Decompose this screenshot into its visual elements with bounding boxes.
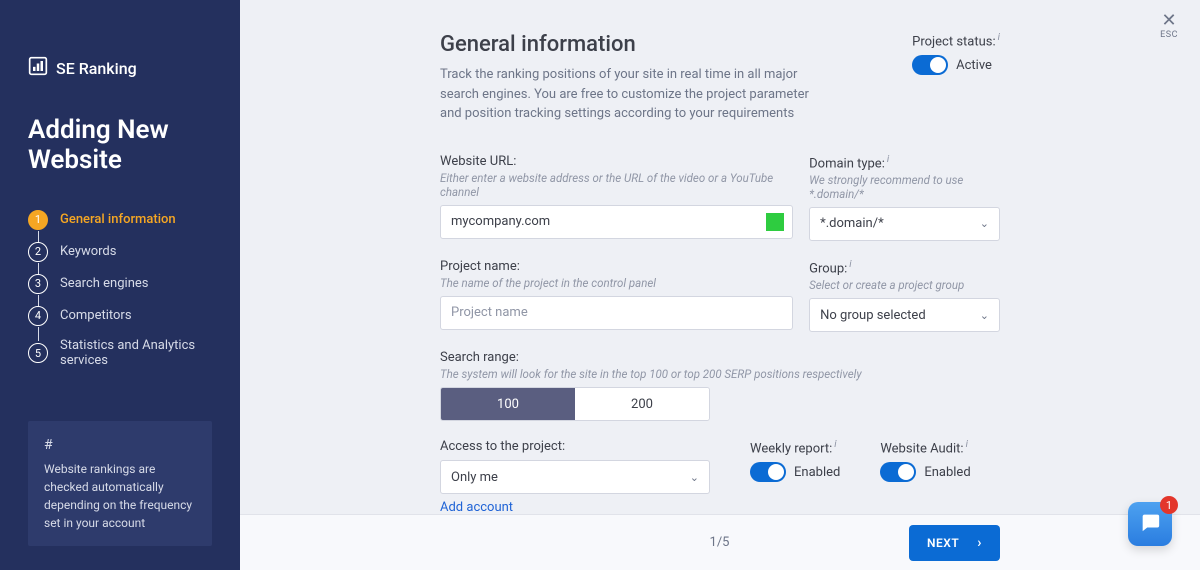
close-button[interactable]: ✕ ESC	[1160, 12, 1178, 40]
next-button[interactable]: NEXT ›	[909, 525, 1000, 561]
sidebar-info-text: Website rankings are checked automatical…	[44, 462, 192, 530]
bar-chart-icon	[28, 56, 48, 80]
search-range-200[interactable]: 200	[575, 388, 709, 420]
project-status-toggle[interactable]	[912, 55, 948, 75]
weekly-report-toggle[interactable]	[750, 462, 786, 482]
add-account-link[interactable]: Add account	[440, 500, 513, 515]
step-number: 3	[28, 274, 48, 294]
close-label: ESC	[1160, 30, 1178, 40]
info-icon[interactable]: i	[834, 439, 836, 450]
step-statistics-analytics[interactable]: 5 Statistics and Analytics services	[28, 332, 212, 375]
access-value: Only me	[451, 470, 498, 485]
chevron-down-icon: ⌄	[980, 309, 989, 322]
favicon-icon	[766, 213, 784, 231]
search-range-segmented: 100 200	[440, 387, 710, 421]
info-icon[interactable]: i	[849, 259, 851, 270]
search-range-100[interactable]: 100	[441, 388, 575, 420]
step-number: 1	[28, 210, 48, 230]
access-label: Access to the project:	[440, 439, 710, 454]
step-number: 2	[28, 242, 48, 262]
chat-icon	[1139, 511, 1161, 537]
website-audit-toggle[interactable]	[880, 462, 916, 482]
weekly-report-label: Weekly report:i	[750, 439, 840, 456]
group-label: Group:i	[809, 259, 1000, 276]
step-general-information[interactable]: 1 General information	[28, 204, 212, 236]
main-panel: ✕ ESC General information Track the rank…	[240, 0, 1200, 570]
website-url-input-wrap	[440, 205, 793, 239]
project-name-input[interactable]	[451, 305, 782, 320]
domain-type-label: Domain type:i	[809, 154, 1000, 171]
website-audit-label: Website Audit:i	[880, 439, 970, 456]
info-icon[interactable]: i	[966, 439, 968, 450]
project-name-hint: The name of the project in the control p…	[440, 276, 793, 290]
footer: 1/5 NEXT ›	[240, 514, 1200, 570]
group-value: No group selected	[820, 308, 926, 323]
project-status-label: Project status:i	[912, 32, 1000, 49]
website-audit-value: Enabled	[924, 465, 970, 480]
access-select[interactable]: Only me ⌄	[440, 460, 710, 494]
domain-type-hint: We strongly recommend to use *.domain/*	[809, 173, 1000, 201]
step-number: 5	[28, 343, 48, 363]
next-label: NEXT	[927, 536, 959, 550]
step-competitors[interactable]: 4 Competitors	[28, 300, 212, 332]
chevron-down-icon: ⌄	[690, 471, 699, 484]
group-select[interactable]: No group selected ⌄	[809, 298, 1000, 332]
chevron-right-icon: ›	[977, 535, 982, 551]
group-hint: Select or create a project group	[809, 278, 1000, 292]
step-label: Competitors	[60, 308, 132, 324]
sidebar-title: Adding New Website	[28, 116, 212, 176]
step-number: 4	[28, 306, 48, 326]
app-name: SE Ranking	[56, 59, 137, 78]
chat-button[interactable]: 1	[1128, 502, 1172, 546]
chat-badge: 1	[1160, 496, 1178, 514]
info-icon[interactable]: i	[998, 32, 1000, 43]
search-range-label: Search range:	[440, 350, 1000, 365]
website-url-label: Website URL:	[440, 154, 793, 169]
step-label: Search engines	[60, 276, 148, 292]
website-url-input[interactable]	[451, 214, 782, 229]
weekly-report-value: Enabled	[794, 465, 840, 480]
sidebar: SE Ranking Adding New Website 1 General …	[0, 0, 240, 570]
chevron-down-icon: ⌄	[980, 217, 989, 230]
sidebar-info-box: # Website rankings are checked automatic…	[28, 421, 212, 546]
page-title: General information	[440, 32, 820, 57]
project-status-value: Active	[956, 58, 992, 73]
project-name-label: Project name:	[440, 259, 793, 274]
step-search-engines[interactable]: 3 Search engines	[28, 268, 212, 300]
search-range-hint: The system will look for the site in the…	[440, 367, 1000, 381]
page-subtitle: Track the ranking positions of your site…	[440, 65, 820, 124]
close-icon: ✕	[1160, 12, 1178, 30]
step-label: Keywords	[60, 244, 116, 260]
app-logo: SE Ranking	[28, 56, 212, 80]
step-label: Statistics and Analytics services	[60, 338, 212, 369]
steps-list: 1 General information 2 Keywords 3 Searc…	[28, 204, 212, 375]
domain-type-select[interactable]: *.domain/* ⌄	[809, 207, 1000, 241]
step-keywords[interactable]: 2 Keywords	[28, 236, 212, 268]
step-label: General information	[60, 212, 176, 228]
website-url-hint: Either enter a website address or the UR…	[440, 171, 793, 199]
domain-type-value: *.domain/*	[820, 216, 884, 231]
hash-icon: #	[44, 435, 196, 456]
info-icon[interactable]: i	[887, 154, 889, 165]
page-indicator: 1/5	[710, 535, 730, 550]
